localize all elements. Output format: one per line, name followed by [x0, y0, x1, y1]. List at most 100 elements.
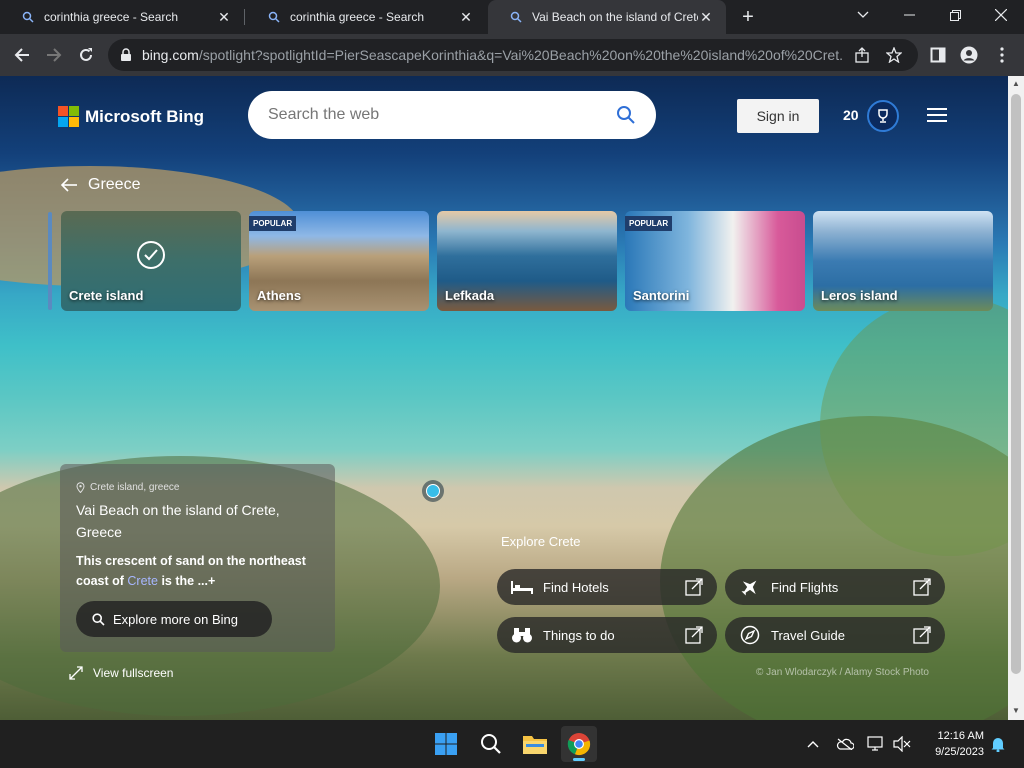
explore-section-title: Explore Crete: [501, 534, 581, 549]
expand-plus-icon[interactable]: +: [208, 574, 215, 588]
arrow-left-icon: [60, 178, 77, 192]
action-label: Things to do: [543, 627, 615, 643]
active-app-indicator: [573, 758, 585, 761]
search-icon[interactable]: [616, 105, 636, 125]
scroll-down-arrow-icon[interactable]: ▼: [1011, 706, 1021, 716]
carousel-card-lefkada[interactable]: Lefkada: [437, 211, 617, 311]
microsoft-logo-icon: [58, 106, 79, 127]
breadcrumb-label: Greece: [88, 176, 141, 193]
close-tab-icon[interactable]: ✕: [458, 9, 474, 25]
image-title: Vai Beach on the island of Crete, Greece: [76, 502, 280, 540]
chrome-icon[interactable]: [561, 726, 597, 762]
share-icon[interactable]: [850, 43, 874, 67]
scroll-up-arrow-icon[interactable]: ▲: [1011, 79, 1021, 89]
carousel-card-crete[interactable]: Crete island: [61, 211, 241, 311]
onedrive-cloud-icon[interactable]: [835, 734, 855, 754]
find-hotels-button[interactable]: Find Hotels: [497, 569, 717, 605]
tab-separator: [244, 9, 245, 25]
map-hotspot[interactable]: [422, 480, 444, 502]
windows-taskbar: 12:16 AM 9/25/2023: [0, 720, 1024, 768]
bing-logo[interactable]: Microsoft Bing: [58, 106, 204, 127]
reload-button[interactable]: [72, 41, 100, 69]
sign-in-button[interactable]: Sign in: [737, 99, 819, 133]
clock-time: 12:16 AM: [937, 730, 984, 742]
popular-badge: POPULAR: [249, 216, 297, 231]
address-bar[interactable]: bing.com/spotlight?spotlightId=PierSeasc…: [108, 39, 918, 71]
lock-icon[interactable]: [120, 48, 132, 62]
crete-link[interactable]: Crete: [127, 574, 158, 588]
menu-kebab-icon[interactable]: [988, 41, 1016, 69]
external-link-icon: [913, 626, 931, 644]
file-explorer-icon[interactable]: [517, 726, 553, 762]
location-pin-icon: [76, 482, 85, 493]
explore-more-button[interactable]: Explore more on Bing: [76, 601, 272, 637]
find-flights-button[interactable]: Find Flights: [725, 569, 945, 605]
search-icon: [22, 11, 34, 23]
tab-1[interactable]: corinthia greece - Search ✕: [0, 0, 244, 34]
rewards-points[interactable]: 20: [843, 107, 859, 123]
close-tab-icon[interactable]: ✕: [698, 9, 714, 25]
plane-icon: [739, 576, 761, 598]
action-label: Find Hotels: [543, 579, 609, 595]
compass-icon: [739, 624, 761, 646]
tab-title: Vai Beach on the island of Crete,: [532, 10, 698, 24]
profile-icon[interactable]: [955, 41, 983, 69]
tray-chevron-up-icon[interactable]: [803, 734, 823, 754]
carousel-card-athens[interactable]: POPULAR Athens: [249, 211, 429, 311]
search-box[interactable]: [248, 91, 656, 139]
browser-toolbar: bing.com/spotlight?spotlightId=PierSeasc…: [0, 34, 1024, 76]
volume-muted-icon[interactable]: [892, 734, 912, 754]
clock-date: 9/25/2023: [935, 746, 984, 758]
taskbar-search-icon[interactable]: [473, 726, 509, 762]
checkmark-icon: [137, 241, 165, 269]
card-label: Leros island: [821, 288, 898, 303]
system-clock[interactable]: 12:16 AM 9/25/2023: [922, 728, 984, 760]
scrollbar-thumb[interactable]: [1011, 94, 1021, 674]
explore-more-label: Explore more on Bing: [113, 611, 239, 627]
notification-bell-icon[interactable]: [988, 734, 1008, 754]
forward-button[interactable]: [40, 41, 68, 69]
hamburger-menu-icon[interactable]: [927, 108, 947, 122]
close-window-button[interactable]: [978, 0, 1024, 30]
tab-bar: corinthia greece - Search ✕ corinthia gr…: [0, 0, 1024, 34]
tab-3-active[interactable]: Vai Beach on the island of Crete, ✕: [488, 0, 726, 34]
windows-start-icon[interactable]: [428, 726, 464, 762]
location-line: Crete island, greece: [76, 482, 319, 493]
action-label: Travel Guide: [771, 627, 845, 643]
action-label: Find Flights: [771, 579, 839, 595]
view-fullscreen-label: View fullscreen: [93, 666, 174, 680]
expand-diagonal-icon: [69, 666, 83, 680]
back-button[interactable]: [8, 41, 36, 69]
tab-search-chevron-icon[interactable]: [840, 0, 886, 30]
carousel-card-santorini[interactable]: POPULAR Santorini: [625, 211, 805, 311]
search-icon: [510, 11, 522, 23]
card-label: Santorini: [633, 288, 690, 303]
card-label: Athens: [257, 288, 302, 303]
external-link-icon: [685, 578, 703, 596]
external-link-icon: [685, 626, 703, 644]
tab-2[interactable]: corinthia greece - Search ✕: [246, 0, 486, 34]
search-input[interactable]: [268, 106, 616, 124]
card-label: Crete island: [69, 288, 144, 303]
network-icon[interactable]: [866, 734, 886, 754]
things-to-do-button[interactable]: Things to do: [497, 617, 717, 653]
logo-text: Microsoft Bing: [85, 106, 204, 126]
restore-button[interactable]: [932, 0, 978, 30]
breadcrumb[interactable]: Greece: [60, 176, 140, 194]
bed-icon: [511, 576, 533, 598]
url-text[interactable]: bing.com/spotlight?spotlightId=PierSeasc…: [142, 47, 842, 63]
new-tab-button[interactable]: +: [736, 5, 760, 29]
external-link-icon: [913, 578, 931, 596]
rewards-trophy-icon[interactable]: [867, 100, 899, 132]
view-fullscreen-button[interactable]: View fullscreen: [68, 665, 173, 681]
page-scrollbar[interactable]: ▲ ▼: [1008, 76, 1024, 720]
carousel-card-leros[interactable]: Leros island: [813, 211, 993, 311]
side-panel-icon[interactable]: [924, 41, 952, 69]
travel-guide-button[interactable]: Travel Guide: [725, 617, 945, 653]
minimize-button[interactable]: [886, 0, 932, 30]
description-text: is the ...: [157, 574, 208, 588]
star-icon[interactable]: [882, 43, 906, 67]
photo-credit: © Jan Wlodarczyk / Alamy Stock Photo: [756, 667, 929, 678]
info-card: Crete island, greece Vai Beach on the is…: [60, 464, 335, 652]
close-tab-icon[interactable]: ✕: [216, 9, 232, 25]
